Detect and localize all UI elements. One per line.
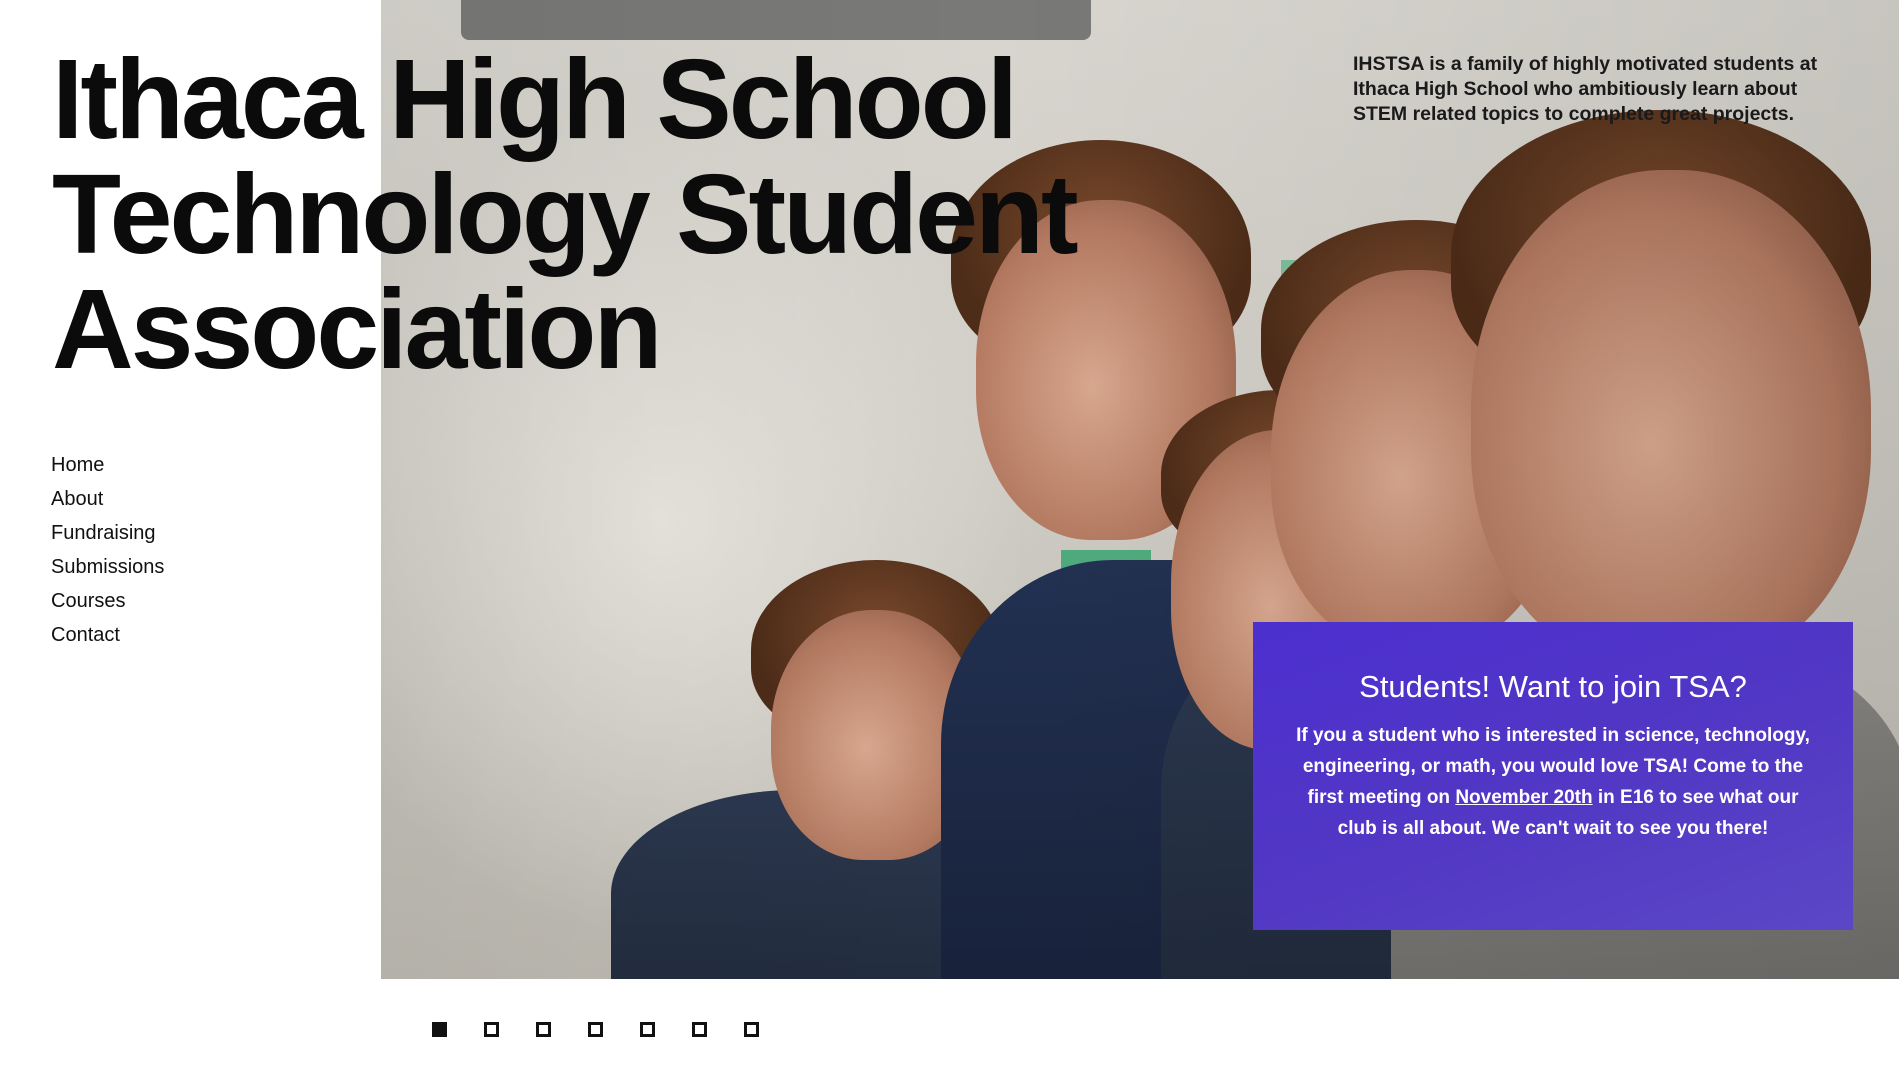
slider-dot[interactable] [640,1022,655,1037]
site-title-line: Ithaca High School [52,36,1018,162]
callout-body: If you a student who is interested in sc… [1293,720,1813,844]
nav-item-courses[interactable]: Courses [51,584,164,618]
slider-dot[interactable] [484,1022,499,1037]
site-title-line: Technology Student [52,151,1079,277]
nav-item-home[interactable]: Home [51,448,164,482]
slider-dot[interactable] [432,1022,447,1037]
nav-item-about[interactable]: About [51,482,164,516]
slider-dot[interactable] [744,1022,759,1037]
site-tagline: IHSTSA is a family of highly motivated s… [1353,53,1818,125]
callout-heading: Students! Want to join TSA? [1359,669,1747,704]
nav-item-contact[interactable]: Contact [51,618,164,652]
site-title-line: Association [52,266,662,392]
main-nav: Home About Fundraising Submissions Cours… [51,448,164,652]
join-callout: Students! Want to join TSA? If you a stu… [1253,622,1853,930]
slider-dot[interactable] [588,1022,603,1037]
nav-item-submissions[interactable]: Submissions [51,550,164,584]
site-title: Ithaca High School Technology Student As… [52,42,1252,387]
slider-pagination [432,1022,759,1037]
nav-item-fundraising[interactable]: Fundraising [51,516,164,550]
slider-dot[interactable] [692,1022,707,1037]
page: Ithaca High School Technology Student As… [0,0,1899,1079]
meeting-date-link[interactable]: November 20th [1455,787,1592,808]
slider-dot[interactable] [536,1022,551,1037]
